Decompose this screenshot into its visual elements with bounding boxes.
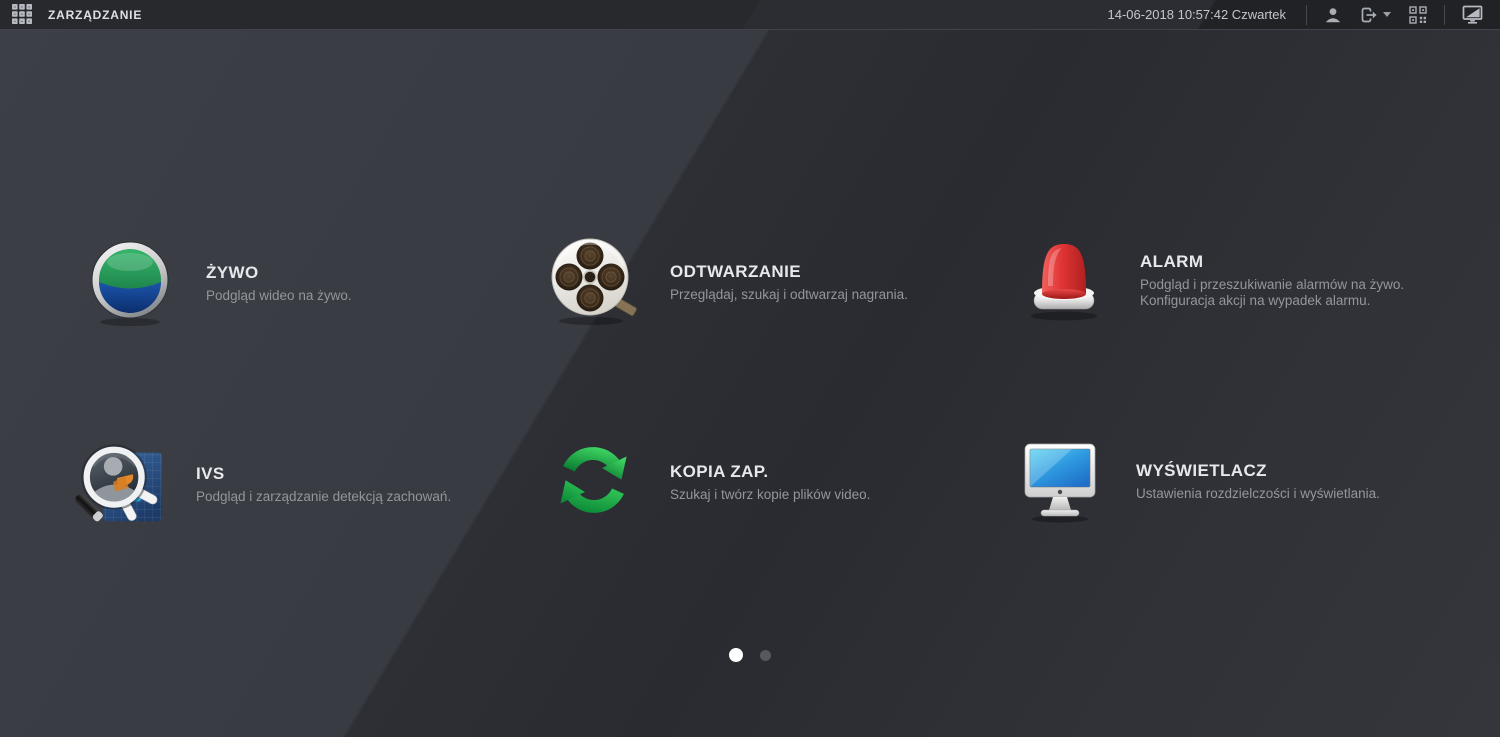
page-title: ZARZĄDZANIE: [48, 7, 143, 22]
menu-tile-backup[interactable]: KOPIA ZAP. Szukaj i twórz kopie plików v…: [548, 436, 870, 528]
topbar: ZARZĄDZANIE 14-06-2018 10:57:42 Czwartek: [0, 0, 1500, 30]
menu-tile-display[interactable]: WYŚWIETLACZ Ustawienia rozdzielczości i …: [1014, 436, 1380, 526]
user-button[interactable]: [1315, 3, 1351, 27]
apps-grid-icon[interactable]: [10, 3, 34, 27]
tile-title: IVS: [196, 463, 225, 483]
qrcode-icon: [1409, 5, 1427, 24]
tile-title: ALARM: [1140, 251, 1204, 271]
tile-description: Podgląd i przeszukiwanie alarmów na żywo…: [1140, 276, 1405, 308]
display-mode-button[interactable]: [1453, 2, 1492, 27]
menu-tile-alarm[interactable]: ALARM Podgląd i przeszukiwanie alarmów n…: [1018, 234, 1404, 326]
menu-tile-live[interactable]: ŻYWO Podgląd wideo na żywo.: [84, 238, 352, 328]
user-icon: [1326, 7, 1340, 22]
management-home-screen: ZARZĄDZANIE 14-06-2018 10:57:42 Czwartek: [0, 0, 1500, 737]
qrcode-button[interactable]: [1400, 3, 1436, 27]
tile-title: ODTWARZANIE: [670, 261, 801, 281]
ivs-icon: [74, 438, 166, 530]
menu-tile-ivs[interactable]: IVS Podgląd i zarządzanie detekcją zacho…: [74, 438, 451, 530]
logout-button[interactable]: [1351, 3, 1400, 27]
tile-description: Ustawienia rozdzielczości i wyświetlania…: [1136, 485, 1380, 501]
tile-description: Szukaj i twórz kopie plików video.: [670, 486, 871, 502]
topbar-separator: [1444, 4, 1445, 25]
live-view-icon: [84, 238, 176, 328]
tile-title: ŻYWO: [206, 262, 259, 282]
playback-icon: [548, 236, 640, 328]
chevron-down-icon: [1383, 12, 1391, 17]
alarm-icon: [1018, 234, 1110, 326]
logout-icon: [1361, 7, 1377, 22]
page-dot-1[interactable]: [729, 648, 743, 662]
tile-description: Podgląd wideo na żywo.: [206, 287, 352, 303]
display-mode-icon: [1462, 5, 1483, 24]
pagination: [729, 648, 771, 662]
backup-icon: [548, 436, 640, 528]
tile-title: KOPIA ZAP.: [670, 461, 769, 481]
tile-description: Przeglądaj, szukaj i odtwarzaj nagrania.: [670, 286, 908, 302]
display-icon: [1014, 436, 1106, 526]
menu-tile-playback[interactable]: ODTWARZANIE Przeglądaj, szukaj i odtwarz…: [548, 236, 908, 328]
topbar-separator: [1306, 4, 1307, 25]
datetime-label: 14-06-2018 10:57:42 Czwartek: [1107, 7, 1286, 22]
tile-description: Podgląd i zarządzanie detekcją zachowań.: [196, 488, 452, 504]
page-dot-2[interactable]: [760, 649, 771, 661]
tile-title: WYŚWIETLACZ: [1136, 460, 1267, 480]
